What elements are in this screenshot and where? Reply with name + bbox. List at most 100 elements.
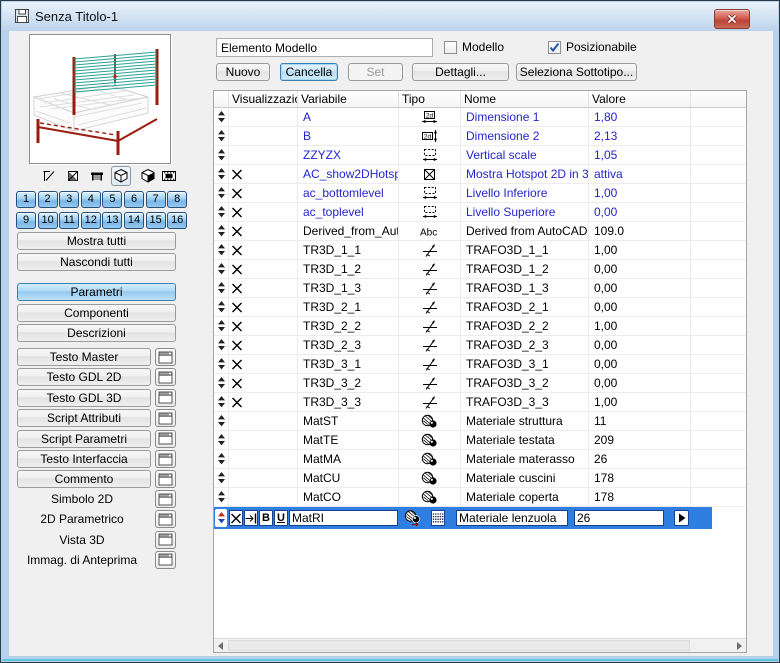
preview-3d-solid-icon[interactable] [138,166,158,186]
close-button[interactable] [714,9,750,29]
open-script-window-button-0[interactable] [155,348,176,366]
table-row[interactable]: TR3D_1_1TRAFO3D_1_11,00 [214,241,746,260]
value-picker-button[interactable] [674,510,689,526]
row-reorder-handle[interactable] [214,393,229,411]
layer-button-9[interactable]: 9 [16,212,36,229]
row-visibility-cell[interactable] [229,279,298,297]
row-visibility-cell[interactable] [229,412,298,430]
row-visibility-cell[interactable] [229,355,298,373]
hide-parameter-button[interactable] [229,510,243,526]
row-reorder-handle[interactable] [214,336,229,354]
open-script-window-button-1[interactable] [155,368,176,386]
table-row[interactable]: MatCOMateriale coperta178 [214,488,746,507]
row-visibility-cell[interactable] [229,146,298,164]
pen-pattern-button[interactable] [431,510,445,526]
row-visibility-cell[interactable] [229,298,298,316]
row-visibility-cell[interactable] [229,241,298,259]
script-button-1[interactable]: Testo GDL 2D [17,368,151,386]
row-reorder-handle[interactable] [214,203,229,221]
underline-button[interactable]: U [274,510,288,526]
row-reorder-handle[interactable] [214,184,229,202]
row-reorder-handle[interactable] [214,260,229,278]
posizionabile-checkbox[interactable] [548,41,561,54]
titlebar[interactable]: Senza Titolo-1 [2,2,778,31]
table-row[interactable]: A2dDimensione 11,80 [214,108,746,127]
row-visibility-cell[interactable] [229,127,298,145]
row-reorder-handle[interactable] [214,298,229,316]
section-button-parametri[interactable]: Parametri [17,283,176,301]
row-reorder-handle[interactable] [214,431,229,449]
preview-front-view-icon[interactable] [87,166,107,186]
header-tipo[interactable]: Tipo [399,91,461,107]
section-button-descrizioni[interactable]: Descrizioni [17,324,176,342]
table-row[interactable]: MatMAMateriale materasso26 [214,450,746,469]
header-nome[interactable]: Nome [461,91,589,107]
row-reorder-handle[interactable] [214,127,229,145]
preview-3d-wireframe-icon[interactable] [111,166,131,186]
open-view-window-button-0[interactable] [155,490,176,508]
row-visibility-cell[interactable] [229,469,298,487]
table-row[interactable]: TR3D_2_1TRAFO3D_2_10,00 [214,298,746,317]
table-row[interactable]: MatTEMateriale testata209 [214,431,746,450]
open-view-window-button-2[interactable] [155,531,176,549]
table-row[interactable]: TR3D_3_3TRAFO3D_3_31,00 [214,393,746,412]
open-script-window-button-4[interactable] [155,430,176,448]
table-row[interactable]: TR3D_3_1TRAFO3D_3_10,00 [214,355,746,374]
seleziona-sottotipo-button[interactable]: Seleziona Sottotipo... [516,63,637,81]
header-visualizzazione[interactable]: Visualizzazione [229,91,298,107]
open-script-window-button-6[interactable] [155,470,176,488]
layer-button-4[interactable]: 4 [81,191,101,208]
bold-button[interactable]: B [259,510,273,526]
table-row[interactable]: ac_bottomlevelLivello Inferiore1,00 [214,184,746,203]
row-reorder-handle[interactable] [214,355,229,373]
preview-2d-symbol-icon[interactable] [63,166,83,186]
layer-button-10[interactable]: 10 [38,212,58,229]
row-reorder-handle[interactable] [215,509,227,527]
row-visibility-cell[interactable] [229,431,298,449]
row-reorder-handle[interactable] [214,450,229,468]
row-visibility-cell[interactable] [229,450,298,468]
layer-button-3[interactable]: 3 [59,191,79,208]
nascondi-tutti-button[interactable]: Nascondi tutti [17,253,176,271]
row-visibility-cell[interactable] [229,165,298,183]
layer-button-11[interactable]: 11 [59,212,79,229]
preview-animation-icon[interactable] [159,166,179,186]
layer-button-7[interactable]: 7 [146,191,166,208]
row-visibility-cell[interactable] [229,374,298,392]
script-button-3[interactable]: Script Attributi [17,409,151,427]
row-reorder-handle[interactable] [214,412,229,430]
row-visibility-cell[interactable] [229,184,298,202]
row-reorder-handle[interactable] [214,241,229,259]
table-row[interactable]: TR3D_3_2TRAFO3D_3_20,00 [214,374,746,393]
row-visibility-cell[interactable] [229,203,298,221]
row-reorder-handle[interactable] [214,279,229,297]
dettagli-button[interactable]: Dettagli... [412,63,509,81]
script-button-5[interactable]: Testo Interfaccia [17,450,151,468]
open-view-window-button-1[interactable] [155,510,176,528]
nuovo-button[interactable]: Nuovo [216,63,270,81]
set-button[interactable]: Set [348,63,403,81]
layer-button-2[interactable]: 2 [38,191,58,208]
variable-input[interactable] [289,510,398,526]
row-reorder-handle[interactable] [214,469,229,487]
layer-button-8[interactable]: 8 [167,191,187,208]
cancella-button[interactable]: Cancella [280,63,338,81]
table-row[interactable]: ZZYZXVertical scale1,05 [214,146,746,165]
row-reorder-handle[interactable] [214,488,229,506]
script-button-4[interactable]: Script Parametri [17,430,151,448]
row-reorder-handle[interactable] [214,108,229,126]
table-row[interactable]: TR3D_1_2TRAFO3D_1_20,00 [214,260,746,279]
row-reorder-handle[interactable] [214,165,229,183]
row-reorder-handle[interactable] [214,222,229,240]
scroll-left-icon[interactable] [218,642,223,650]
row-visibility-cell[interactable] [229,488,298,506]
row-reorder-handle[interactable] [214,374,229,392]
layer-button-1[interactable]: 1 [16,191,36,208]
open-view-window-button-3[interactable] [155,551,176,569]
layer-button-5[interactable]: 5 [102,191,122,208]
row-visibility-cell[interactable] [229,393,298,411]
scrollbar-thumb[interactable] [228,640,690,651]
open-script-window-button-3[interactable] [155,409,176,427]
table-row[interactable]: ac_toplevelLivello Superiore0,00 [214,203,746,222]
table-row[interactable]: B2dDimensione 22,13 [214,127,746,146]
